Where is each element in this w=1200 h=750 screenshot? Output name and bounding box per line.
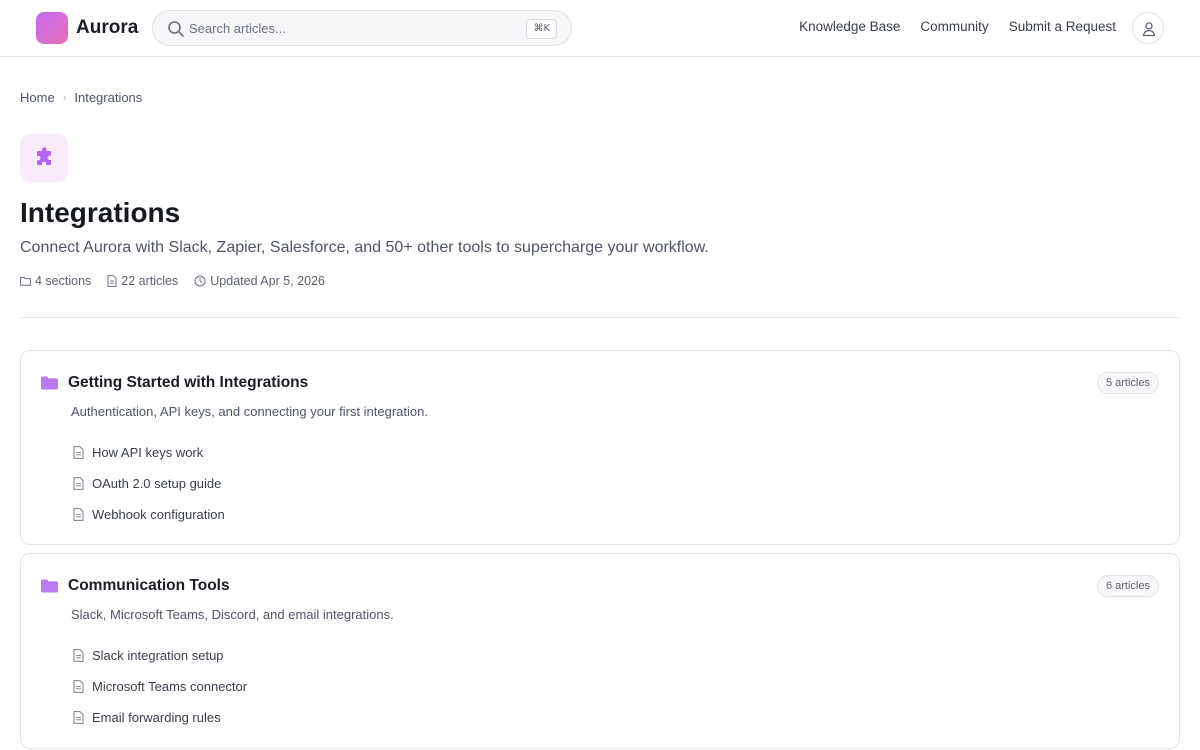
article-link[interactable]: Webhook configuration: [92, 507, 225, 522]
nav-community[interactable]: Community: [920, 19, 988, 34]
search-input[interactable]: [189, 17, 519, 39]
nav-knowledge-base[interactable]: Knowledge Base: [799, 19, 900, 34]
article-item: Slack integration setup: [73, 640, 247, 671]
article-count-badge: 6 articles: [1096, 575, 1159, 597]
top-header: Aurora ⌘K Knowledge Base Community Submi…: [0, 0, 1200, 57]
document-icon: [73, 446, 84, 459]
brand-name: Aurora: [76, 17, 139, 38]
article-item: Microsoft Teams connector: [73, 671, 247, 702]
section-description: Authentication, API keys, and connecting…: [71, 404, 428, 419]
section-description: Slack, Microsoft Teams, Discord, and ema…: [71, 607, 394, 622]
user-icon: [1142, 22, 1156, 37]
folder-outline-icon: [20, 276, 31, 286]
meta-sections: 4 sections: [20, 274, 91, 288]
brand-logo-icon: [36, 12, 68, 44]
document-icon: [73, 477, 84, 490]
top-nav: Knowledge Base Community Submit a Reques…: [799, 19, 1116, 34]
article-list: How API keys work OAuth 2.0 setup guide …: [73, 437, 225, 530]
article-link[interactable]: Slack integration setup: [92, 648, 224, 663]
page-title: Integrations: [20, 197, 181, 228]
section-card: Communication Tools 6 articles Slack, Mi…: [20, 553, 1180, 749]
chevron-right-icon: ›: [62, 91, 67, 104]
article-item: Email forwarding rules: [73, 702, 247, 733]
document-icon: [73, 508, 84, 521]
section-card: Getting Started with Integrations 5 arti…: [20, 350, 1180, 545]
user-avatar-button[interactable]: [1132, 12, 1164, 44]
document-icon: [107, 275, 117, 287]
article-item: OAuth 2.0 setup guide: [73, 468, 225, 499]
breadcrumb-current: Integrations: [74, 90, 143, 105]
section-header: Communication Tools: [41, 577, 230, 595]
brand[interactable]: Aurora: [36, 12, 138, 44]
folder-icon: [41, 579, 58, 593]
puzzle-icon: [37, 147, 51, 165]
category-icon-tile: [20, 134, 68, 182]
article-link[interactable]: How API keys work: [92, 445, 203, 460]
search-shortcut-badge: ⌘K: [526, 19, 557, 39]
meta-articles: 22 articles: [107, 274, 178, 288]
divider: [20, 317, 1180, 318]
document-icon: [73, 680, 84, 693]
search-icon: [168, 21, 184, 37]
article-item: How API keys work: [73, 437, 225, 468]
meta-updated: Updated Apr 5, 2026: [194, 274, 325, 288]
article-list: Slack integration setup Microsoft Teams …: [73, 640, 247, 733]
section-title[interactable]: Communication Tools: [68, 577, 230, 595]
breadcrumb: Home › Integrations: [20, 90, 142, 105]
section-header: Getting Started with Integrations: [41, 374, 308, 392]
search-bar[interactable]: ⌘K: [152, 10, 572, 46]
page-description: Connect Aurora with Slack, Zapier, Sales…: [20, 239, 709, 256]
folder-icon: [41, 376, 58, 390]
category-meta: 4 sections 22 articles Updated Apr 5, 20…: [20, 274, 325, 288]
document-icon: [73, 711, 84, 724]
article-item: Webhook configuration: [73, 499, 225, 530]
section-title[interactable]: Getting Started with Integrations: [68, 374, 308, 392]
article-link[interactable]: Email forwarding rules: [92, 710, 221, 725]
article-count-badge: 5 articles: [1096, 372, 1159, 394]
article-link[interactable]: Microsoft Teams connector: [92, 679, 247, 694]
document-icon: [73, 649, 84, 662]
breadcrumb-home[interactable]: Home: [20, 90, 55, 105]
article-link[interactable]: OAuth 2.0 setup guide: [92, 476, 221, 491]
clock-icon: [194, 275, 206, 287]
nav-submit-request[interactable]: Submit a Request: [1009, 19, 1116, 34]
